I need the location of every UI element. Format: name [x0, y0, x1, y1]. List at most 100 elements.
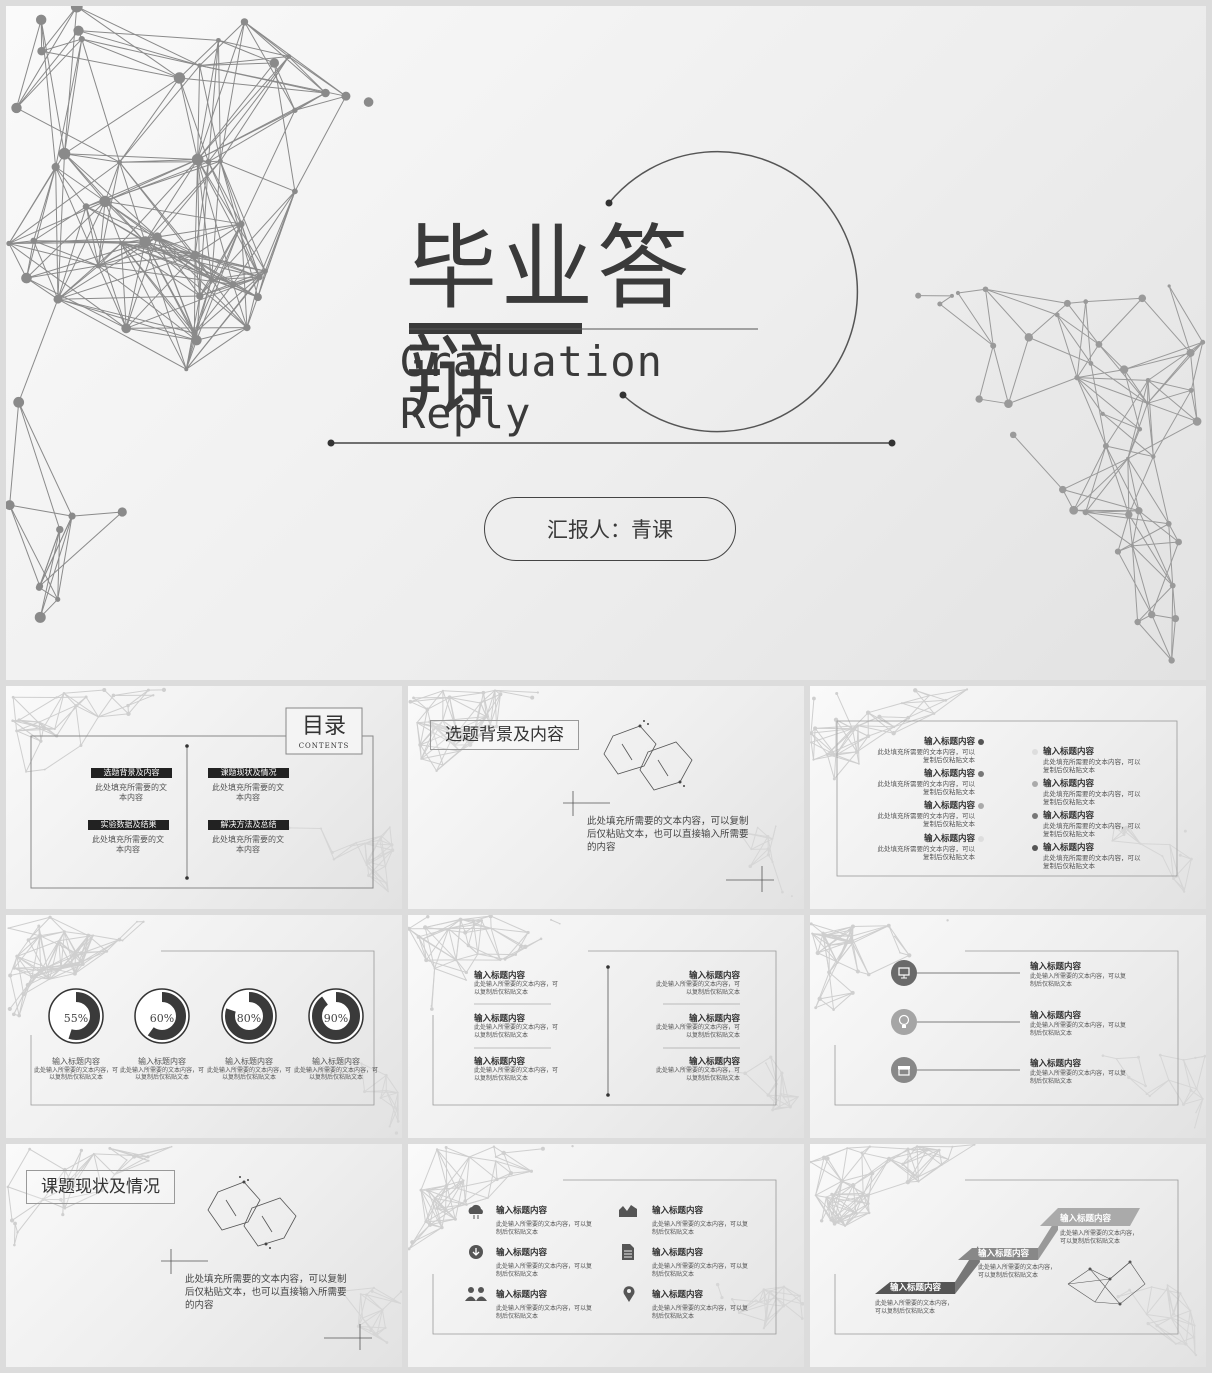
list-text-l3: 此处填充所需要的文本内容，可以 复制后仅粘贴文本	[877, 812, 976, 828]
step-text-2: 此处输入所需要的文本内容， 可以复制后仅粘贴文本	[978, 1264, 1057, 1279]
grid-text-5: 此处输入所需要的文本内容，可以复 制后仅粘贴文本	[496, 1305, 593, 1320]
col-text-r3: 此处输入所需要的文本内容，可 以复制后仅粘贴文本	[655, 1067, 740, 1082]
step-heading-2: 输入标题内容	[978, 1249, 1030, 1259]
thumb-background[interactable]: 选题背景及内容 此处填充所需要的文本内容，可以复制 后仅粘贴文本，也可以直接输入…	[408, 686, 804, 909]
grid-heading-3: 输入标题内容	[496, 1248, 548, 1258]
contents-text-1: 此处填充所需要的文 本内容	[95, 783, 167, 802]
thumb-columns[interactable]: 输入标题内容 此处输入所需要的文本内容，可 以复制后仅粘贴文本 输入标题内容 此…	[408, 915, 804, 1138]
grid-text-6: 此处输入所需要的文本内容，可以复 制后仅粘贴文本	[652, 1305, 749, 1320]
grid-text-1: 此处输入所需要的文本内容，可以复 制后仅粘贴文本	[496, 1221, 593, 1236]
thumb-icons[interactable]: 输入标题内容 此处输入所需要的文本内容，可以复 制后仅粘贴文本 输入标题内容 此…	[810, 915, 1206, 1138]
icons-heading-3: 输入标题内容	[1030, 1059, 1082, 1069]
cover-slide[interactable]: 毕业答辩 Graduation Reply 汇报人：青课	[6, 6, 1206, 680]
ring-text-2: 此处输入所需要的文本内容，可 以复制后仅粘贴文本	[119, 1067, 204, 1081]
col-heading-l3: 输入标题内容	[474, 1057, 526, 1067]
cover-subtitle: Graduation Reply	[400, 337, 663, 438]
shop-icon	[891, 1057, 917, 1083]
columns-frame	[432, 950, 777, 1106]
ring-pct-4: 90%	[323, 1012, 349, 1025]
list-heading-r1: 输入标题内容	[1043, 747, 1095, 757]
list-text-l2: 此处填充所需要的文本内容，可以 复制后仅粘贴文本	[877, 780, 976, 796]
ring-pct-3: 80%	[236, 1012, 262, 1025]
grid-heading-4: 输入标题内容	[652, 1248, 704, 1258]
col-heading-r2: 输入标题内容	[688, 1014, 740, 1024]
col-text-l2: 此处输入所需要的文本内容，可 以复制后仅粘贴文本	[474, 1024, 559, 1039]
col-text-l3: 此处输入所需要的文本内容，可 以复制后仅粘贴文本	[474, 1067, 559, 1082]
step-text-1: 此处输入所需要的文本内容， 可以复制后仅粘贴文本	[875, 1300, 954, 1315]
grid-heading-2: 输入标题内容	[652, 1206, 704, 1216]
list-text-l1: 此处填充所需要的文本内容，可以 复制后仅粘贴文本	[877, 748, 976, 764]
thumb-list[interactable]: 输入标题内容 此处填充所需要的文本内容，可以 复制后仅粘贴文本 输入标题内容 此…	[810, 686, 1206, 909]
list-text-r4: 此处填充所需要的文本内容，可以 复制后仅粘贴文本	[1043, 854, 1141, 870]
list-heading-r4: 输入标题内容	[1043, 843, 1095, 853]
list-text-r1: 此处填充所需要的文本内容，可以 复制后仅粘贴文本	[1043, 758, 1141, 774]
cloud-icon	[468, 1204, 483, 1219]
col-heading-r1: 输入标题内容	[688, 971, 740, 981]
list-text-r2: 此处填充所需要的文本内容，可以 复制后仅粘贴文本	[1043, 790, 1141, 806]
ring-heading-1: 输入标题内容	[52, 1057, 100, 1066]
contents-tag-1: 选题背景及内容	[91, 768, 172, 778]
col-heading-l1: 输入标题内容	[474, 971, 526, 981]
list-heading-l4: 输入标题内容	[923, 834, 975, 844]
list-heading-l2: 输入标题内容	[923, 769, 975, 779]
contents-tag-3: 实验数据及结果	[88, 820, 169, 830]
network-decoration	[408, 915, 799, 1112]
document-icon	[622, 1244, 634, 1260]
grid-heading-5: 输入标题内容	[496, 1290, 548, 1300]
background-title: 选题背景及内容	[430, 720, 579, 750]
ring-pct-1: 55%	[63, 1012, 89, 1025]
icons-text-1: 此处输入所需要的文本内容，可以复 制后仅粘贴文本	[1030, 973, 1127, 988]
col-text-r1: 此处输入所需要的文本内容，可 以复制后仅粘贴文本	[655, 981, 740, 996]
network-decoration	[7, 915, 400, 1135]
ring-text-1: 此处输入所需要的文本内容，可 以复制后仅粘贴文本	[33, 1067, 118, 1081]
icons-heading-1: 输入标题内容	[1030, 962, 1082, 972]
ring-text-4: 此处输入所需要的文本内容，可 以复制后仅粘贴文本	[293, 1067, 378, 1081]
ring-heading-4: 输入标题内容	[312, 1057, 360, 1066]
thumb-rings[interactable]: 55% 60% 80% 90% 输入标题内容 此处输入所需要的文本内容，可 以复…	[6, 915, 402, 1138]
lightbulb-icon	[891, 1009, 917, 1035]
thumb-contents[interactable]: 目录 CONTENTS 选题背景及内容 此处填充所需要的文 本内容 课题现状及情…	[6, 686, 402, 909]
location-pin-icon	[623, 1286, 635, 1302]
list-heading-r2: 输入标题内容	[1043, 779, 1095, 789]
contents-title: 目录	[301, 714, 346, 739]
col-text-r2: 此处输入所需要的文本内容，可 以复制后仅粘贴文本	[655, 1024, 740, 1039]
reporter-label: 汇报人：青课	[547, 518, 673, 542]
thumb-steps[interactable]: 输入标题内容 此处输入所需要的文本内容， 可以复制后仅粘贴文本 输入标题内容 此…	[810, 1144, 1206, 1367]
icons-heading-2: 输入标题内容	[1030, 1011, 1082, 1021]
step-heading-3: 输入标题内容	[1060, 1214, 1112, 1224]
ring-heading-2: 输入标题内容	[138, 1057, 186, 1066]
grid-heading-6: 输入标题内容	[652, 1290, 704, 1300]
col-heading-r3: 输入标题内容	[688, 1057, 740, 1067]
status-title: 课题现状及情况	[26, 1170, 175, 1204]
thumb-grid6[interactable]: 输入标题内容 此处输入所需要的文本内容，可以复 制后仅粘贴文本 输入标题内容 此…	[408, 1144, 804, 1367]
ring-text-3: 此处输入所需要的文本内容，可 以复制后仅粘贴文本	[206, 1067, 291, 1081]
col-heading-l2: 输入标题内容	[474, 1014, 526, 1024]
step-text-3: 此处输入所需要的文本内容， 可以复制后仅粘贴文本	[1060, 1230, 1139, 1245]
list-heading-l3: 输入标题内容	[923, 801, 975, 811]
step-heading-1: 输入标题内容	[890, 1283, 942, 1293]
grid-text-3: 此处输入所需要的文本内容，可以复 制后仅粘贴文本	[496, 1263, 593, 1278]
icons-frame	[834, 950, 1179, 1106]
grid-text-4: 此处输入所需要的文本内容，可以复 制后仅粘贴文本	[652, 1263, 749, 1278]
area-chart-icon	[619, 1205, 637, 1217]
icons-text-3: 此处输入所需要的文本内容，可以复 制后仅粘贴文本	[1030, 1070, 1127, 1085]
contents-subtitle: CONTENTS	[298, 742, 350, 750]
monitor-icon	[891, 960, 917, 986]
download-icon	[469, 1245, 483, 1259]
contents-tag-2: 课题现状及情况	[208, 768, 289, 778]
people-icon	[465, 1287, 487, 1301]
contents-text-4: 此处填充所需要的文 本内容	[212, 835, 284, 854]
icons-text-2: 此处输入所需要的文本内容，可以复 制后仅粘贴文本	[1030, 1022, 1127, 1037]
grid-text-2: 此处输入所需要的文本内容，可以复 制后仅粘贴文本	[652, 1221, 749, 1236]
list-text-l4: 此处填充所需要的文本内容，可以 复制后仅粘贴文本	[877, 845, 976, 861]
status-text: 此处填充所需要的文本内容，可以复制 后仅粘贴文本，也可以直接输入所需要 的内容	[185, 1274, 347, 1311]
thumb-status[interactable]: 课题现状及情况 此处填充所需要的文本内容，可以复制 后仅粘贴文本，也可以直接输入…	[6, 1144, 402, 1367]
background-text: 此处填充所需要的文本内容，可以复制 后仅粘贴文本，也可以直接输入所需要 的内容	[587, 816, 749, 853]
progress-rings	[30, 950, 375, 1106]
ring-heading-3: 输入标题内容	[225, 1057, 273, 1066]
list-heading-r3: 输入标题内容	[1043, 811, 1095, 821]
list-text-r3: 此处填充所需要的文本内容，可以 复制后仅粘贴文本	[1043, 822, 1141, 838]
list-heading-l1: 输入标题内容	[923, 737, 975, 747]
reporter-pill: 汇报人：青课	[484, 497, 736, 561]
ring-pct-2: 60%	[149, 1012, 175, 1025]
